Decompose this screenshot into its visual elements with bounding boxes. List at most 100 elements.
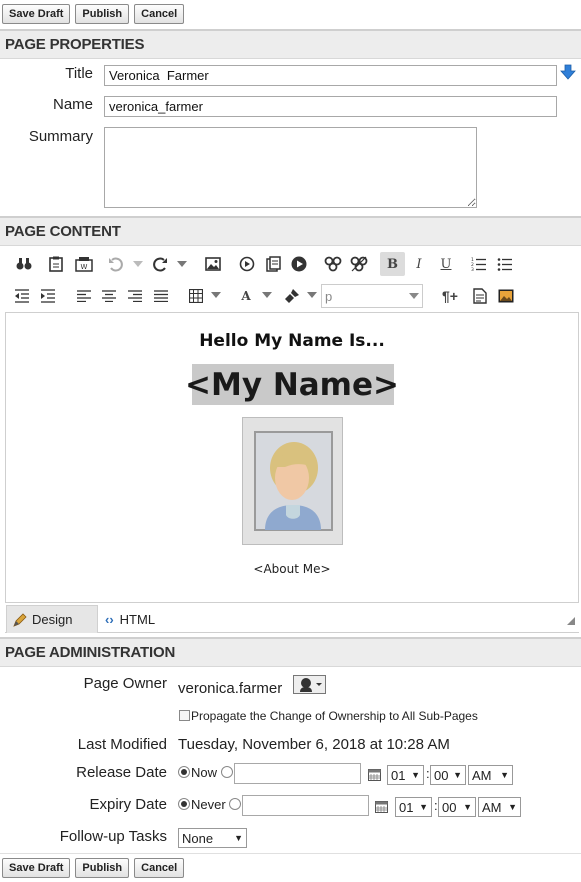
release-now-label: Now xyxy=(191,765,218,780)
redo-dropdown-icon[interactable] xyxy=(177,261,187,267)
redo-icon[interactable] xyxy=(150,254,170,274)
align-right-icon[interactable] xyxy=(125,286,145,306)
resize-handle-icon[interactable] xyxy=(567,612,575,630)
release-hour-select[interactable]: 01 ▼ xyxy=(387,765,424,785)
release-minute-value: 00 xyxy=(434,767,449,783)
name-input[interactable] xyxy=(104,96,557,117)
font-color-dropdown-icon[interactable] xyxy=(262,292,272,298)
tab-design-label: Design xyxy=(32,612,73,627)
remove-link-icon[interactable] xyxy=(349,254,369,274)
cancel-button[interactable]: Cancel xyxy=(134,4,185,24)
table-dropdown-icon[interactable] xyxy=(211,292,221,298)
insert-link-icon[interactable] xyxy=(323,254,343,274)
followup-tasks-value: None xyxy=(182,830,214,846)
cancel-button-bottom[interactable]: Cancel xyxy=(134,857,185,878)
expiry-never-radio[interactable] xyxy=(178,798,190,810)
content-heading: Hello My Name Is... xyxy=(199,331,385,351)
undo-dropdown-icon[interactable] xyxy=(133,261,143,267)
last-modified-value: Tuesday, November 6, 2018 at 10:28 AM xyxy=(178,736,450,753)
release-calendar-icon[interactable] xyxy=(368,768,381,786)
save-draft-button-bottom[interactable]: Save Draft xyxy=(2,857,71,878)
bullet-list-icon[interactable] xyxy=(495,254,515,274)
page-owner-label: Page Owner xyxy=(83,675,167,692)
editor-toolbar: W B I U 123 A p ¶+ xyxy=(0,250,581,310)
tab-html-label: HTML xyxy=(119,611,156,627)
align-center-icon[interactable] xyxy=(99,286,119,306)
image-gallery-icon[interactable] xyxy=(496,286,516,306)
owner-picker-button[interactable] xyxy=(293,675,326,694)
summary-label: Summary xyxy=(28,128,93,145)
user-picker-icon xyxy=(299,678,322,692)
insert-media-icon[interactable] xyxy=(237,254,257,274)
propagate-checkbox[interactable] xyxy=(179,710,190,721)
insert-video-icon[interactable] xyxy=(289,254,309,274)
insert-document-icon[interactable] xyxy=(263,254,283,274)
font-color-icon[interactable]: A xyxy=(236,286,256,306)
format-select[interactable]: p xyxy=(321,284,423,308)
page-administration-header: PAGE ADMINISTRATION xyxy=(0,637,581,667)
followup-tasks-label: Follow-up Tasks xyxy=(59,828,167,845)
expiry-date-radio[interactable] xyxy=(229,798,241,810)
expiry-hour-select[interactable]: 01 ▼ xyxy=(395,797,432,817)
svg-text:W: W xyxy=(81,263,88,271)
undo-icon[interactable] xyxy=(106,254,126,274)
expiry-date-label: Expiry Date xyxy=(89,796,167,813)
format-brush-icon[interactable] xyxy=(282,286,302,306)
bold-icon[interactable]: B xyxy=(380,252,405,276)
title-input[interactable] xyxy=(104,65,557,86)
expiry-never-label: Never xyxy=(191,797,226,812)
expiry-date-input[interactable] xyxy=(242,795,369,816)
find-icon[interactable] xyxy=(14,254,34,274)
indent-icon[interactable] xyxy=(38,286,58,306)
release-ampm-chevron-icon: ▼ xyxy=(500,770,509,780)
insert-image-icon[interactable] xyxy=(203,254,223,274)
followup-tasks-select[interactable]: None ▼ xyxy=(178,828,247,848)
expiry-hour-value: 01 xyxy=(399,799,414,815)
release-date-input[interactable] xyxy=(234,763,361,784)
align-left-icon[interactable] xyxy=(74,286,94,306)
save-draft-button[interactable]: Save Draft xyxy=(2,4,71,24)
propagate-label: Propagate the Change of Ownership to All… xyxy=(191,709,478,723)
paragraph-marks-icon[interactable]: ¶+ xyxy=(440,286,460,306)
outdent-icon[interactable] xyxy=(12,286,32,306)
underline-icon[interactable]: U xyxy=(436,254,456,274)
release-ampm-value: AM xyxy=(472,767,492,783)
paste-word-icon[interactable]: W xyxy=(74,254,94,274)
page-properties-header: PAGE PROPERTIES xyxy=(0,29,581,59)
release-ampm-select[interactable]: AM ▼ xyxy=(468,765,513,785)
about-me-link[interactable]: <About Me> xyxy=(6,562,578,576)
numbered-list-icon[interactable]: 123 xyxy=(469,254,489,274)
justify-icon[interactable] xyxy=(151,286,171,306)
editor-content-area[interactable]: Hello My Name Is... <My Name> <About Me> xyxy=(5,312,579,603)
publish-button[interactable]: Publish xyxy=(75,4,130,24)
expiry-ampm-value: AM xyxy=(482,799,502,815)
expiry-minute-select[interactable]: 00 ▼ xyxy=(438,797,476,817)
release-minute-select[interactable]: 00 ▼ xyxy=(430,765,466,785)
release-date-label: Release Date xyxy=(76,764,167,781)
page-content-header: PAGE CONTENT xyxy=(0,216,581,246)
expiry-calendar-icon[interactable] xyxy=(375,800,388,818)
bottom-button-bar: Save Draft Publish Cancel xyxy=(0,853,581,881)
avatar-icon xyxy=(254,431,333,531)
tab-design[interactable]: Design xyxy=(6,605,98,633)
expiry-hour-chevron-icon: ▼ xyxy=(419,802,428,812)
download-arrow-icon[interactable] xyxy=(560,64,576,85)
svg-text:3: 3 xyxy=(471,267,474,271)
paste-icon[interactable] xyxy=(46,254,66,274)
editor-tab-bar: Design ‹› HTML xyxy=(5,603,579,633)
insert-template-icon[interactable] xyxy=(470,286,490,306)
publish-button-bottom[interactable]: Publish xyxy=(75,857,130,878)
table-icon[interactable] xyxy=(186,286,206,306)
expiry-ampm-select[interactable]: AM ▼ xyxy=(478,797,521,817)
italic-icon[interactable]: I xyxy=(409,254,429,274)
format-select-value: p xyxy=(325,288,333,304)
release-date-radio[interactable] xyxy=(221,766,233,778)
release-minute-chevron-icon: ▼ xyxy=(453,770,462,780)
profile-image[interactable] xyxy=(242,417,343,545)
expiry-minute-value: 00 xyxy=(442,799,457,815)
tab-html[interactable]: ‹› HTML xyxy=(105,605,185,633)
format-select-chevron-icon xyxy=(409,293,419,299)
release-now-radio[interactable] xyxy=(178,766,190,778)
summary-textarea[interactable] xyxy=(104,127,477,208)
format-brush-dropdown-icon[interactable] xyxy=(307,292,317,298)
